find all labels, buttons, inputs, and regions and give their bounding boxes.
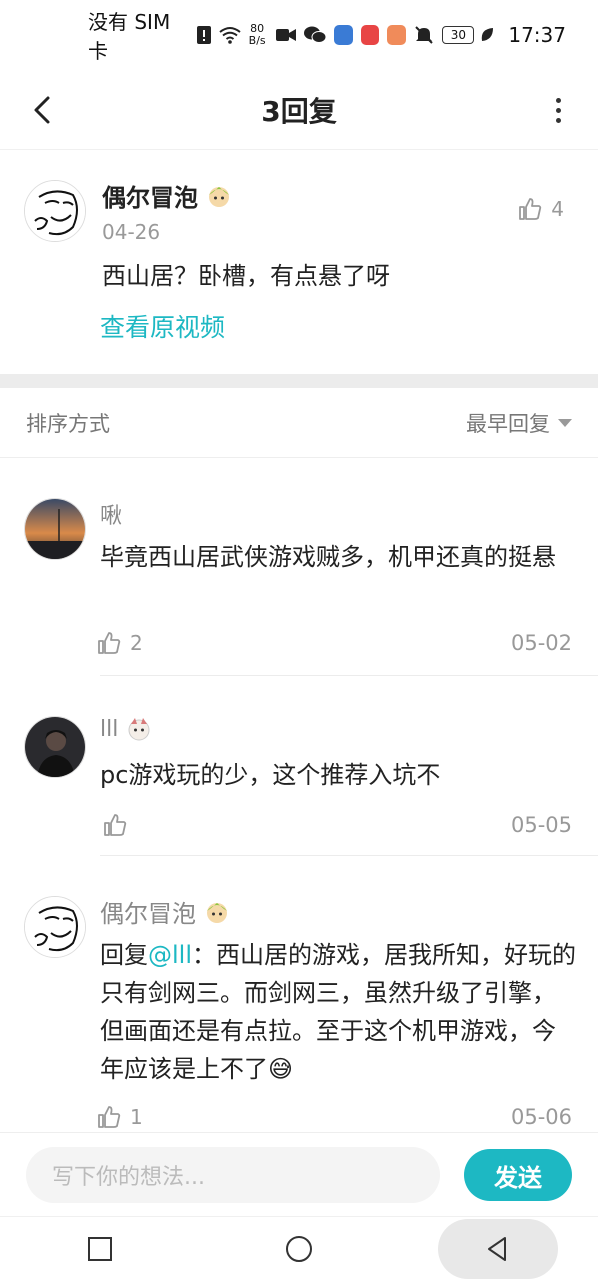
like-button[interactable]: 4: [517, 196, 564, 222]
user-badge-icon: [126, 716, 152, 742]
caret-down-icon: [558, 418, 572, 427]
more-options-button[interactable]: [546, 90, 570, 130]
red-app-icon: [360, 25, 380, 45]
sort-option-label: 最早回复: [466, 411, 550, 436]
like-button[interactable]: [102, 812, 136, 838]
thumbs-up-icon: [98, 632, 121, 654]
back-button[interactable]: [22, 88, 62, 132]
reply-item: lll pc游戏玩的少，这个推荐入坑不 05-05: [0, 676, 598, 856]
reply-item: 偶尔冒泡 回复@lll：西山居的游戏，居我所知，好玩的只有剑网三。而剑网三，虽然…: [0, 856, 598, 1132]
clock: 17:37: [508, 23, 566, 47]
battery-indicator: 30: [442, 26, 475, 44]
reply-text: pc游戏玩的少，这个推荐入坑不: [100, 761, 441, 789]
more-dot-icon: [555, 117, 561, 123]
page-title: 3回复: [261, 94, 337, 128]
message-app-icon: [387, 25, 407, 45]
like-button[interactable]: 2: [96, 630, 143, 656]
mention-link[interactable]: @lll: [148, 941, 192, 969]
user-badge-icon: [206, 183, 232, 209]
avatar[interactable]: [24, 716, 86, 778]
mute-bell-icon: [414, 25, 434, 45]
thumbs-up-icon: [104, 814, 127, 836]
system-nav-bar: [0, 1216, 598, 1280]
network-speed: 80 B/s: [248, 22, 266, 47]
comment-input-bar: 写下你的想法... 发送: [0, 1132, 598, 1216]
sort-label: 排序方式: [26, 411, 110, 436]
reply-date: 05-05: [510, 813, 572, 837]
comment-input[interactable]: 写下你的想法...: [26, 1147, 440, 1203]
thumbs-up-icon: [519, 198, 542, 220]
sim-status: 没有 SIM 卡: [88, 10, 171, 63]
meme-face-avatar-icon: [25, 181, 85, 241]
avatar[interactable]: [24, 896, 86, 958]
reply-author[interactable]: 啾: [100, 498, 122, 530]
reply-author[interactable]: 偶尔冒泡: [100, 894, 230, 929]
author-name: lll: [100, 716, 119, 742]
reply-meta: 2 05-02: [96, 630, 572, 656]
avatar[interactable]: [24, 180, 86, 242]
like-count: 1: [130, 1105, 143, 1129]
user-badge-icon: [204, 899, 230, 925]
reply-item: 啾 毕竟西山居武侠游戏贼多，机甲还真的挺悬 2 05-02: [0, 458, 598, 676]
square-recents-icon: [87, 1236, 112, 1261]
send-button[interactable]: 发送: [464, 1149, 572, 1201]
reply-meta: 1 05-06: [96, 1104, 572, 1130]
reply-prefix: 回复: [100, 941, 148, 969]
author-name: 偶尔冒泡: [102, 184, 198, 212]
meme-face-avatar-icon: [25, 897, 85, 957]
comment-author[interactable]: 偶尔冒泡: [102, 178, 232, 213]
more-dot-icon: [555, 97, 561, 103]
leaf-icon: [480, 27, 494, 43]
reply-meta: 05-05: [96, 812, 572, 838]
reply-date: 05-02: [510, 631, 572, 655]
like-count: 4: [551, 197, 564, 221]
app-header: 3回复: [0, 70, 598, 150]
system-back-button[interactable]: [438, 1218, 559, 1279]
dark-portrait-avatar-icon: [25, 717, 85, 777]
like-count: 2: [130, 631, 143, 655]
sort-dropdown[interactable]: 最早回复: [466, 408, 572, 438]
wechat-icon: [303, 26, 326, 44]
reply-date: 05-06: [510, 1105, 572, 1129]
like-button[interactable]: 1: [96, 1104, 143, 1130]
sim-alert-icon: [196, 26, 211, 44]
comment-text: 西山居？卧槽，有点悬了呀: [102, 262, 390, 290]
home-button[interactable]: [239, 1219, 359, 1279]
section-divider: [0, 374, 598, 388]
triangle-back-icon: [488, 1236, 507, 1261]
reply-author[interactable]: lll: [100, 716, 152, 742]
reply-text: 毕竟西山居武侠游戏贼多，机甲还真的挺悬: [100, 543, 556, 571]
sunset-photo-avatar-icon: [25, 499, 85, 559]
thumbs-up-icon: [98, 1106, 121, 1128]
comment-date: 04-26: [102, 220, 161, 244]
view-original-video-link[interactable]: 查看原视频: [100, 308, 225, 344]
music-app-icon: [333, 25, 353, 45]
wifi-icon: [219, 26, 241, 44]
reply-text: 回复@lll：西山居的游戏，居我所知，好玩的只有剑网三。而剑网三，虽然升级了引擎…: [100, 936, 576, 1088]
chevron-left-icon: [34, 96, 50, 124]
avatar[interactable]: [24, 498, 86, 560]
recents-button[interactable]: [40, 1219, 160, 1279]
sort-row: 排序方式 最早回复: [0, 388, 598, 458]
main-comment: 偶尔冒泡 04-26 西山居？卧槽，有点悬了呀 查看原视频 4: [0, 150, 598, 374]
author-name: 偶尔冒泡: [100, 900, 196, 928]
circle-home-icon: [285, 1235, 312, 1262]
video-call-icon: [275, 28, 296, 42]
more-dot-icon: [555, 107, 561, 113]
status-bar: 没有 SIM 卡 80 B/s 30 17:37: [0, 0, 598, 70]
